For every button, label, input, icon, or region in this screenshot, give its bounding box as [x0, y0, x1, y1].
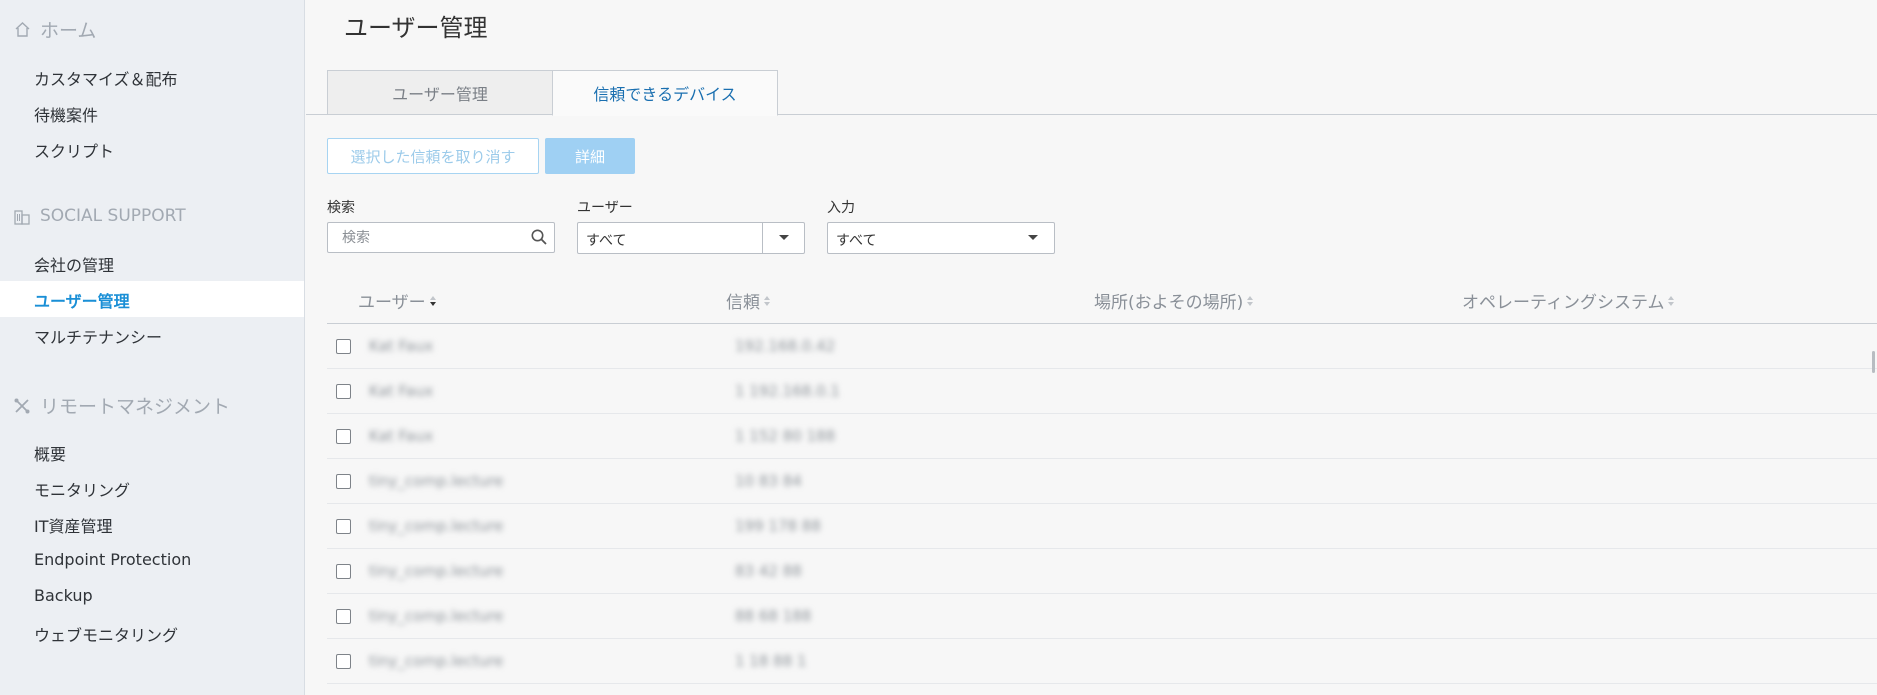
row-checkbox[interactable]: [336, 519, 351, 534]
sidebar-item-monitoring[interactable]: モニタリング: [34, 477, 130, 501]
page-title: ユーザー管理: [344, 14, 488, 42]
column-header-trust[interactable]: 信頼: [726, 288, 770, 313]
sidebar-item-user-management[interactable]: ユーザー管理: [34, 288, 130, 312]
row-user: Kat Faux: [369, 382, 434, 400]
row-checkbox[interactable]: [336, 429, 351, 444]
user-filter-select[interactable]: すべて: [577, 222, 805, 254]
row-user: tiny_comp.lecture: [369, 607, 504, 625]
row-trust: 1 192.168.0.1: [735, 382, 840, 400]
sidebar-section-social-label: SOCIAL SUPPORT: [40, 206, 186, 226]
sidebar-item-scripts[interactable]: スクリプト: [34, 138, 114, 162]
sidebar-item-customize[interactable]: カスタマイズ＆配布: [34, 66, 178, 90]
row-user: Kat Faux: [369, 427, 434, 445]
building-icon: [12, 206, 32, 226]
table-row[interactable]: Kat Faux 192.168.0.42: [327, 324, 1877, 369]
row-trust: 10 83 84: [735, 472, 802, 490]
table-row[interactable]: tiny_comp.lecture 88 68 188: [327, 594, 1877, 639]
user-filter-label: ユーザー: [577, 200, 633, 216]
input-filter-select[interactable]: すべて: [827, 222, 1055, 254]
sidebar-section-social-support[interactable]: SOCIAL SUPPORT: [12, 206, 186, 226]
row-checkbox[interactable]: [336, 384, 351, 399]
input-filter-value: すべて: [836, 233, 877, 249]
tab-trusted-devices[interactable]: 信頼できるデバイス: [552, 70, 778, 116]
table-row[interactable]: Kat Faux 1 192.168.0.1: [327, 369, 1877, 414]
column-os-label: オペレーティングシステム: [1462, 293, 1665, 313]
row-user: tiny_comp.lecture: [369, 652, 504, 670]
column-user-label: ユーザー: [358, 293, 426, 313]
sidebar-item-company-management[interactable]: 会社の管理: [34, 252, 114, 276]
row-trust: 88 68 188: [735, 607, 812, 625]
sort-icon: [1668, 295, 1675, 307]
row-checkbox[interactable]: [336, 654, 351, 669]
row-user: tiny_comp.lecture: [369, 472, 504, 490]
column-header-user[interactable]: ユーザー: [358, 288, 436, 313]
row-user: tiny_comp.lecture: [369, 517, 504, 535]
sidebar-item-it-asset[interactable]: IT資産管理: [34, 513, 113, 537]
column-header-os[interactable]: オペレーティングシステム: [1462, 288, 1675, 313]
table-row[interactable]: tiny_comp.lecture 199 178 88: [327, 504, 1877, 549]
sidebar-item-backup[interactable]: Backup: [34, 586, 93, 605]
sort-icon: [1247, 295, 1254, 307]
home-icon: [12, 20, 32, 40]
sidebar-section-remote-management[interactable]: リモートマネジメント: [12, 392, 230, 419]
sidebar-section-remote-label: リモートマネジメント: [40, 396, 231, 418]
search-icon[interactable]: [530, 228, 548, 250]
sort-icon: [429, 295, 436, 307]
sidebar: ホーム カスタマイズ＆配布 待機案件 スクリプト SOCIAL SUPPORT …: [0, 0, 305, 695]
chevron-down-icon[interactable]: [1012, 223, 1054, 253]
row-trust: 1 18 88 1: [735, 652, 807, 670]
input-filter-label: 入力: [827, 200, 855, 216]
search-input[interactable]: [328, 223, 508, 252]
row-trust: 83 42 88: [735, 562, 802, 580]
table-header: ユーザー 信頼 場所(およその場所) オペレーティングシステム: [327, 278, 1877, 324]
row-checkbox[interactable]: [336, 609, 351, 624]
search-label: 検索: [327, 200, 355, 216]
row-user: Kat Faux: [369, 337, 434, 355]
sidebar-item-web-monitoring[interactable]: ウェブモニタリング: [34, 622, 178, 646]
table-row[interactable]: tiny_comp.lecture 10 83 84: [327, 459, 1877, 504]
user-filter-value: すべて: [586, 233, 627, 249]
row-checkbox[interactable]: [336, 564, 351, 579]
row-checkbox[interactable]: [336, 339, 351, 354]
row-trust: 1 152 80 188: [735, 427, 836, 445]
column-location-label: 場所(およその場所): [1094, 293, 1244, 313]
row-user: tiny_comp.lecture: [369, 562, 504, 580]
table-row[interactable]: Kat Faux 1 152 80 188: [327, 414, 1877, 459]
tab-user-management[interactable]: ユーザー管理: [327, 70, 553, 115]
revoke-trust-button[interactable]: 選択した信頼を取り消す: [327, 138, 539, 174]
column-header-location[interactable]: 場所(およその場所): [1094, 288, 1254, 313]
sidebar-item-multitenancy[interactable]: マルチテナンシー: [34, 324, 162, 348]
search-field: [327, 222, 555, 253]
sidebar-item-overview[interactable]: 概要: [34, 441, 66, 465]
table-row[interactable]: tiny_comp.lecture 1 18 88 1: [327, 639, 1877, 684]
scrollbar-thumb[interactable]: [1872, 351, 1875, 373]
main-content: ユーザー管理 ユーザー管理 信頼できるデバイス 選択した信頼を取り消す 詳細 検…: [306, 0, 1877, 695]
tools-icon: [12, 396, 32, 416]
row-trust: 199 178 88: [735, 517, 821, 535]
sidebar-section-home[interactable]: ホーム: [12, 16, 96, 43]
sidebar-item-endpoint-protection[interactable]: Endpoint Protection: [34, 550, 191, 569]
chevron-down-icon[interactable]: [762, 223, 804, 253]
column-trust-label: 信頼: [726, 293, 760, 313]
table-row[interactable]: tiny_comp.lecture 83 42 88: [327, 549, 1877, 594]
row-checkbox[interactable]: [336, 474, 351, 489]
sidebar-item-pending[interactable]: 待機案件: [34, 102, 98, 126]
details-button[interactable]: 詳細: [545, 138, 635, 174]
sort-icon: [764, 295, 770, 307]
sidebar-section-home-label: ホーム: [40, 20, 97, 42]
row-trust: 192.168.0.42: [735, 337, 836, 355]
